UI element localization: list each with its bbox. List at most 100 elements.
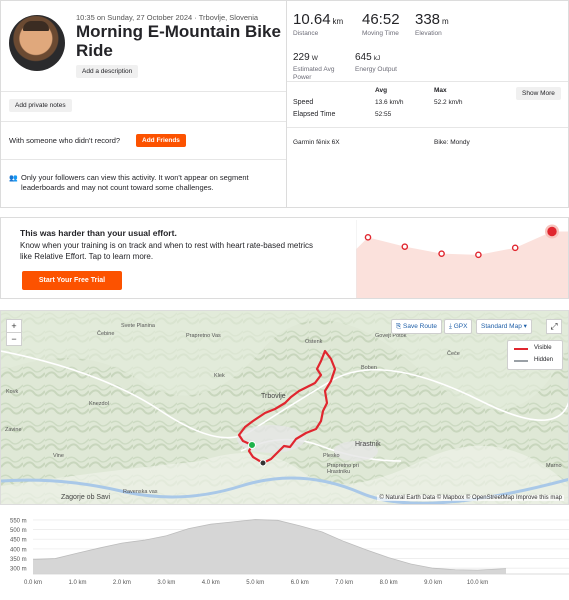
energy-label: Energy Output bbox=[355, 66, 397, 73]
place-label: Čebine bbox=[97, 331, 115, 337]
place-label: Knezdol bbox=[89, 401, 109, 407]
save-route-button[interactable]: ⎘ Save Route bbox=[391, 319, 442, 334]
energy-value: 645 bbox=[355, 52, 372, 63]
elapsed-time-label: Elapsed Time bbox=[293, 111, 336, 118]
save-route-label: Save Route bbox=[403, 323, 437, 330]
end-marker[interactable] bbox=[259, 459, 267, 467]
hidden-swatch bbox=[514, 360, 528, 362]
x-tick-label: 8.0 km bbox=[380, 580, 398, 586]
x-tick-label: 3.0 km bbox=[157, 580, 175, 586]
map-attribution[interactable]: © Natural Earth Data © Mapbox © OpenStre… bbox=[377, 495, 564, 501]
map-style-label: Standard Map bbox=[481, 323, 522, 330]
elevation-label: Elevation bbox=[415, 30, 442, 37]
moving-time-label: Moving Time bbox=[362, 30, 399, 37]
y-tick-label: 450 m bbox=[10, 538, 27, 544]
route-map[interactable]: Svete Planina Čebine Prapretno Vas Klek … bbox=[0, 310, 569, 505]
y-tick-label: 500 m bbox=[10, 528, 27, 534]
place-label: Klek bbox=[214, 373, 225, 379]
y-tick-label: 400 m bbox=[10, 547, 27, 553]
speed-avg: 13.6 km/h bbox=[375, 99, 404, 106]
divider bbox=[287, 81, 568, 82]
divider bbox=[1, 159, 286, 160]
add-friends-button[interactable]: Add Friends bbox=[136, 134, 186, 147]
energy-unit: kJ bbox=[373, 55, 381, 62]
y-tick-label: 300 m bbox=[10, 567, 27, 573]
zoom-in-button[interactable]: + bbox=[6, 319, 22, 333]
activity-summary: 10:35 on Sunday, 27 October 2024 · Trbov… bbox=[1, 1, 287, 207]
place-label: Prapretno Vas bbox=[186, 333, 221, 339]
save-route-icon: ⎘ bbox=[396, 323, 404, 330]
bike-name: Bike: Mondy bbox=[434, 139, 470, 146]
effort-title: This was harder than your usual effort. bbox=[20, 228, 177, 238]
relative-effort-card[interactable]: This was harder than your usual effort. … bbox=[0, 217, 569, 299]
add-description-button[interactable]: Add a description bbox=[76, 65, 139, 78]
y-tick-label: 550 m bbox=[10, 518, 27, 524]
gpx-download-button[interactable]: ⤓ GPX bbox=[444, 319, 473, 334]
place-label: Kovk bbox=[6, 389, 19, 395]
place-label: Marno bbox=[546, 463, 562, 469]
place-label: Hrastnik bbox=[355, 441, 381, 448]
privacy-notice: 👥 Only your followers can view this acti… bbox=[9, 173, 279, 193]
distance-label: Distance bbox=[293, 30, 319, 37]
privacy-text: Only your followers can view this activi… bbox=[21, 173, 249, 192]
effort-area bbox=[356, 231, 568, 298]
effort-point bbox=[475, 251, 482, 259]
x-tick-label: 6.0 km bbox=[291, 580, 309, 586]
place-label: Ostenk bbox=[305, 339, 323, 345]
place-label: Plesko bbox=[323, 453, 340, 459]
people-icon: 👥 bbox=[9, 175, 18, 182]
avatar[interactable] bbox=[9, 15, 65, 71]
avg-column-header: Avg bbox=[375, 87, 388, 94]
effort-point bbox=[511, 244, 519, 252]
route-legend: Visible Hidden bbox=[507, 340, 563, 370]
y-tick-label: 350 m bbox=[10, 557, 27, 563]
x-tick-label: 2.0 km bbox=[113, 580, 131, 586]
relative-effort-trend-chart bbox=[356, 220, 568, 298]
fullscreen-button[interactable]: ⤢ bbox=[546, 319, 562, 334]
x-tick-label: 7.0 km bbox=[335, 580, 353, 586]
x-tick-label: 4.0 km bbox=[202, 580, 220, 586]
effort-point bbox=[547, 226, 557, 237]
x-tick-label: 1.0 km bbox=[68, 580, 86, 586]
distance-value: 10.64 bbox=[293, 11, 331, 28]
divider bbox=[1, 121, 286, 122]
effort-point bbox=[364, 234, 372, 241]
effort-point bbox=[438, 250, 445, 257]
zoom-out-button[interactable]: − bbox=[6, 332, 22, 346]
place-label: Čeče bbox=[447, 351, 460, 357]
activity-stats: 10.64 km Distance 46:52 Moving Time 338 m … bbox=[287, 1, 569, 207]
stat-energy: 645 kJ Energy Output bbox=[355, 47, 415, 74]
stat-distance: 10.64 km Distance bbox=[293, 11, 343, 37]
distance-unit: km bbox=[332, 17, 344, 26]
gpx-label: GPX bbox=[453, 323, 468, 330]
speed-label: Speed bbox=[293, 99, 314, 106]
map-style-dropdown[interactable]: Standard Map ▾ bbox=[476, 319, 532, 334]
map-canvas[interactable] bbox=[1, 311, 569, 505]
add-private-notes-button[interactable]: Add private notes bbox=[9, 99, 72, 112]
legend-hidden-label: Hidden bbox=[534, 357, 554, 363]
moving-time-value: 46:52 bbox=[362, 11, 400, 28]
place-label: Boben bbox=[361, 365, 377, 371]
elevation-unit: m bbox=[442, 17, 449, 26]
show-more-button[interactable]: Show More bbox=[516, 87, 561, 100]
effort-point bbox=[401, 243, 409, 250]
chevron-down-icon: ▾ bbox=[521, 323, 527, 330]
activity-title[interactable]: Morning E-Mountain Bike Ride bbox=[76, 22, 281, 60]
activity-card: 10:35 on Sunday, 27 October 2024 · Trbov… bbox=[0, 0, 569, 208]
power-unit: W bbox=[311, 55, 318, 62]
place-label: Trbovlje bbox=[261, 393, 286, 400]
start-free-trial-button[interactable]: Start Your Free Trial bbox=[22, 271, 122, 290]
power-value: 229 bbox=[293, 52, 310, 63]
divider bbox=[287, 127, 568, 128]
x-tick-label: 5.0 km bbox=[246, 580, 264, 586]
effort-description: Know when your training is on track and … bbox=[20, 241, 314, 261]
elevation-profile-chart[interactable]: 550 m 500 m 450 m 400 m 350 m 300 m 0.0 km 1.0 … bbox=[0, 512, 569, 600]
start-marker[interactable] bbox=[248, 441, 256, 449]
stat-power: 229 W Estimated Avg Power bbox=[293, 47, 353, 81]
fullscreen-icon: ⤢ bbox=[550, 321, 558, 331]
place-label: Svete Planina bbox=[121, 323, 155, 329]
legend-visible-label: Visible bbox=[534, 345, 552, 351]
place-label: Vine bbox=[53, 453, 64, 459]
stat-elevation: 338 m Elevation bbox=[415, 11, 449, 37]
activity-date-location: 10:35 on Sunday, 27 October 2024 · Trbov… bbox=[76, 13, 259, 22]
